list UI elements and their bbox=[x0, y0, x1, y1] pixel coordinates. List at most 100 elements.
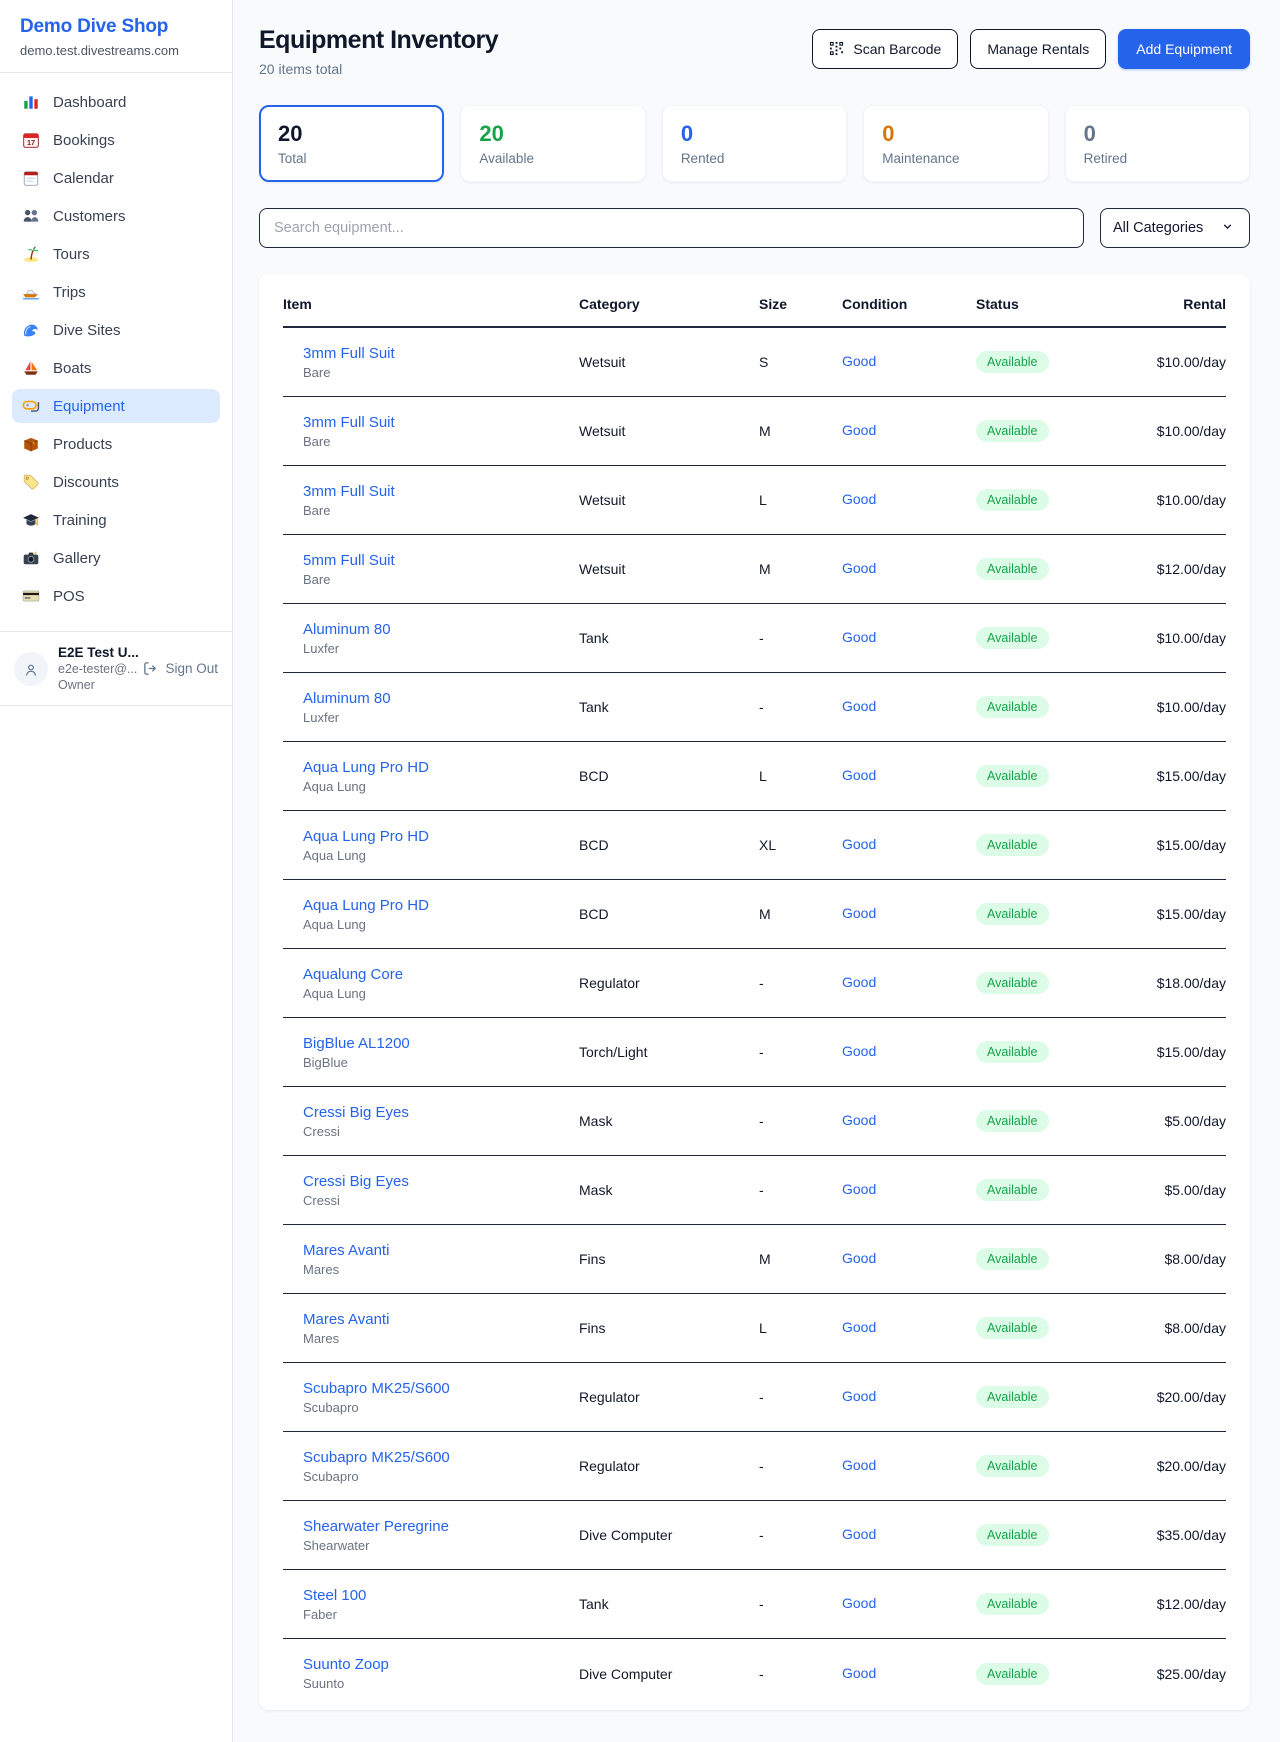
sidebar-item-dive-sites[interactable]: Dive Sites bbox=[12, 313, 220, 347]
rental-cell: $8.00/day bbox=[1146, 1251, 1226, 1267]
sidebar-item-bookings[interactable]: 17Bookings bbox=[12, 123, 220, 157]
brand-title[interactable]: Demo Dive Shop bbox=[20, 16, 212, 38]
sidebar-item-discounts[interactable]: Discounts bbox=[12, 465, 220, 499]
column-header-item: Item bbox=[283, 278, 579, 326]
condition-link[interactable]: Good bbox=[842, 1457, 876, 1473]
rental-cell: $12.00/day bbox=[1146, 561, 1226, 577]
manage-rentals-button[interactable]: Manage Rentals bbox=[970, 29, 1106, 69]
stat-card-maintenance[interactable]: 0Maintenance bbox=[863, 105, 1048, 182]
condition-link[interactable]: Good bbox=[842, 1181, 876, 1197]
condition-cell: Good bbox=[842, 767, 976, 785]
item-name-link[interactable]: Aqua Lung Pro HD bbox=[303, 828, 579, 845]
scan-barcode-button[interactable]: Scan Barcode bbox=[812, 29, 958, 69]
status-cell: Available bbox=[976, 558, 1146, 580]
condition-link[interactable]: Good bbox=[842, 1665, 876, 1681]
stat-card-rented[interactable]: 0Rented bbox=[662, 105, 847, 182]
rental-cell: $12.00/day bbox=[1146, 1596, 1226, 1612]
item-cell: 3mm Full SuitBare bbox=[283, 483, 579, 518]
status-cell: Available bbox=[976, 1317, 1146, 1339]
item-name-link[interactable]: Scubapro MK25/S600 bbox=[303, 1449, 579, 1466]
condition-link[interactable]: Good bbox=[842, 767, 876, 783]
sidebar-item-customers[interactable]: Customers bbox=[12, 199, 220, 233]
condition-link[interactable]: Good bbox=[842, 905, 876, 921]
category-cell: Tank bbox=[579, 630, 759, 646]
sidebar-item-pos[interactable]: POS bbox=[12, 579, 220, 613]
item-name-link[interactable]: Cressi Big Eyes bbox=[303, 1173, 579, 1190]
sidebar-item-calendar[interactable]: Calendar bbox=[12, 161, 220, 195]
condition-link[interactable]: Good bbox=[842, 629, 876, 645]
condition-link[interactable]: Good bbox=[842, 836, 876, 852]
item-brand: Aqua Lung bbox=[303, 848, 579, 863]
status-cell: Available bbox=[976, 627, 1146, 649]
condition-link[interactable]: Good bbox=[842, 1112, 876, 1128]
rental-cell: $20.00/day bbox=[1146, 1458, 1226, 1474]
item-name-link[interactable]: Steel 100 bbox=[303, 1587, 579, 1604]
status-badge: Available bbox=[976, 834, 1049, 856]
item-name-link[interactable]: Cressi Big Eyes bbox=[303, 1104, 579, 1121]
stat-card-total[interactable]: 20Total bbox=[259, 105, 444, 182]
item-name-link[interactable]: Aluminum 80 bbox=[303, 621, 579, 638]
item-name-link[interactable]: Aqua Lung Pro HD bbox=[303, 759, 579, 776]
sidebar-item-products[interactable]: Products bbox=[12, 427, 220, 461]
item-brand: Bare bbox=[303, 572, 579, 587]
sidebar-item-equipment[interactable]: Equipment bbox=[12, 389, 220, 423]
sidebar-item-boats[interactable]: Boats bbox=[12, 351, 220, 385]
condition-link[interactable]: Good bbox=[842, 1526, 876, 1542]
table-row: Cressi Big EyesCressiMask-GoodAvailable$… bbox=[283, 1156, 1226, 1225]
sidebar-item-training[interactable]: Training bbox=[12, 503, 220, 537]
sidebar-item-label: Discounts bbox=[53, 474, 119, 491]
item-name-link[interactable]: Shearwater Peregrine bbox=[303, 1518, 579, 1535]
rental-cell: $5.00/day bbox=[1146, 1113, 1226, 1129]
item-name-link[interactable]: 3mm Full Suit bbox=[303, 345, 579, 362]
sign-out-button[interactable]: Sign Out bbox=[143, 661, 218, 677]
item-name-link[interactable]: 3mm Full Suit bbox=[303, 414, 579, 431]
item-cell: Aqua Lung Pro HD Aqua Lung bbox=[283, 828, 579, 863]
sidebar-item-dashboard[interactable]: Dashboard bbox=[12, 85, 220, 119]
condition-link[interactable]: Good bbox=[842, 1319, 876, 1335]
item-name-link[interactable]: 3mm Full Suit bbox=[303, 483, 579, 500]
sidebar-item-trips[interactable]: Trips bbox=[12, 275, 220, 309]
sidebar-item-tours[interactable]: Tours bbox=[12, 237, 220, 271]
item-cell: Shearwater PeregrineShearwater bbox=[283, 1518, 579, 1553]
add-equipment-button[interactable]: Add Equipment bbox=[1118, 29, 1250, 69]
item-name-link[interactable]: Aqualung Core bbox=[303, 966, 579, 983]
table-row: Mares AvantiMaresFinsLGoodAvailable$8.00… bbox=[283, 1294, 1226, 1363]
condition-link[interactable]: Good bbox=[842, 1250, 876, 1266]
stat-card-available[interactable]: 20Available bbox=[460, 105, 645, 182]
condition-link[interactable]: Good bbox=[842, 974, 876, 990]
item-name-link[interactable]: Aqua Lung Pro HD bbox=[303, 897, 579, 914]
column-header-condition: Condition bbox=[842, 278, 976, 326]
sign-out-label: Sign Out bbox=[165, 661, 218, 676]
item-name-link[interactable]: Aluminum 80 bbox=[303, 690, 579, 707]
rental-cell: $25.00/day bbox=[1146, 1666, 1226, 1682]
search-input[interactable] bbox=[259, 208, 1084, 248]
sidebar-item-label: Dashboard bbox=[53, 94, 126, 111]
condition-link[interactable]: Good bbox=[842, 1043, 876, 1059]
item-name-link[interactable]: Mares Avanti bbox=[303, 1311, 579, 1328]
condition-link[interactable]: Good bbox=[842, 560, 876, 576]
condition-cell: Good bbox=[842, 491, 976, 509]
rental-cell: $10.00/day bbox=[1146, 699, 1226, 715]
size-cell: - bbox=[759, 699, 842, 715]
condition-link[interactable]: Good bbox=[842, 1595, 876, 1611]
condition-link[interactable]: Good bbox=[842, 491, 876, 507]
category-cell: Dive Computer bbox=[579, 1527, 759, 1543]
item-name-link[interactable]: Scubapro MK25/S600 bbox=[303, 1380, 579, 1397]
condition-link[interactable]: Good bbox=[842, 698, 876, 714]
condition-link[interactable]: Good bbox=[842, 1388, 876, 1404]
sidebar-item-gallery[interactable]: Gallery bbox=[12, 541, 220, 575]
condition-cell: Good bbox=[842, 353, 976, 371]
category-filter-select[interactable]: All Categories bbox=[1100, 208, 1250, 248]
item-name-link[interactable]: Mares Avanti bbox=[303, 1242, 579, 1259]
condition-link[interactable]: Good bbox=[842, 422, 876, 438]
item-name-link[interactable]: 5mm Full Suit bbox=[303, 552, 579, 569]
header-actions: Scan Barcode Manage Rentals Add Equipmen… bbox=[812, 29, 1250, 69]
stat-card-retired[interactable]: 0Retired bbox=[1065, 105, 1250, 182]
item-name-link[interactable]: Suunto Zoop bbox=[303, 1656, 579, 1673]
category-cell: Torch/Light bbox=[579, 1044, 759, 1060]
condition-link[interactable]: Good bbox=[842, 353, 876, 369]
table-row: Aluminum 80LuxferTank-GoodAvailable$10.0… bbox=[283, 673, 1226, 742]
item-name-link[interactable]: BigBlue AL1200 bbox=[303, 1035, 579, 1052]
gallery-icon bbox=[22, 549, 40, 567]
item-brand: Aqua Lung bbox=[303, 986, 579, 1001]
